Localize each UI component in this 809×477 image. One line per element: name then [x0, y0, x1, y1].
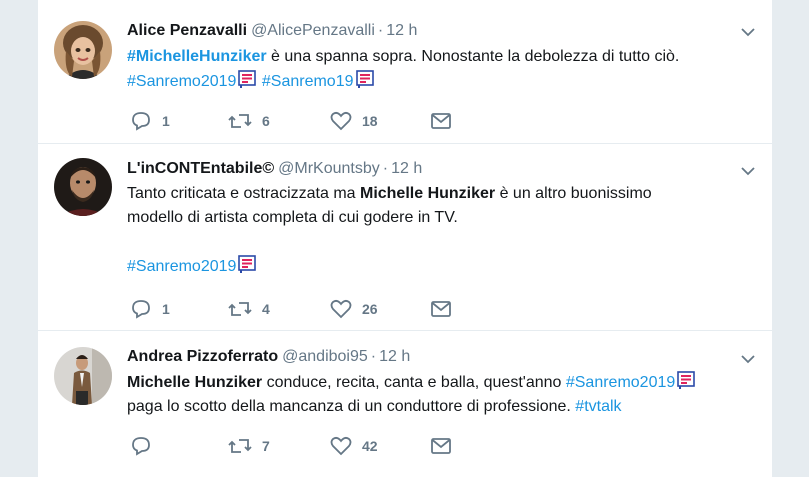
sanremo-emoji-icon [238, 255, 257, 273]
tweet-text: #MichelleHunziker è una spanna sopra. No… [127, 45, 747, 94]
heart-icon [330, 299, 352, 319]
retweet-icon [228, 302, 252, 316]
reply-icon [132, 437, 150, 456]
tweet[interactable]: L'inCONTEntabile© @MrKountsby · 12 h Tanto … [38, 144, 772, 331]
reply-button[interactable]: 1 [130, 298, 170, 320]
hashtag-link[interactable]: #Sanremo2019 [127, 73, 236, 90]
user-name[interactable]: Andrea Pizzoferrato [127, 348, 278, 365]
direct-message-button[interactable] [430, 435, 452, 457]
sanremo-emoji-icon [238, 70, 257, 88]
chevron-down-icon[interactable] [740, 163, 756, 179]
chevron-down-icon[interactable] [740, 24, 756, 40]
avatar[interactable] [54, 347, 112, 405]
user-name[interactable]: Alice Penzavalli [127, 22, 247, 39]
like-button[interactable]: 26 [330, 298, 378, 320]
sanremo-emoji-icon [355, 70, 374, 88]
reply-button[interactable]: 1 [130, 110, 170, 132]
tweet[interactable]: Alice Penzavalli @AlicePenzavalli · 12 h #M… [38, 0, 772, 144]
sanremo-emoji-icon [677, 371, 696, 389]
hashtag-link[interactable]: #Sanremo19 [262, 73, 354, 90]
user-handle[interactable]: @AlicePenzavalli [251, 22, 375, 39]
envelope-icon [431, 438, 451, 454]
avatar[interactable] [54, 158, 112, 216]
like-count: 18 [362, 113, 378, 129]
hashtag-link[interactable]: #Sanremo2019 [566, 374, 675, 391]
envelope-icon [431, 301, 451, 317]
timeline: Alice Penzavalli @AlicePenzavalli · 12 h #M… [38, 0, 772, 477]
reply-count: 1 [162, 301, 170, 317]
tweet-text-part: paga lo scotto della mancanza di un cond… [127, 398, 576, 415]
like-button[interactable]: 42 [330, 435, 378, 457]
reply-button[interactable] [130, 435, 162, 457]
heart-icon [330, 111, 352, 131]
mention-text: Michelle Hunziker [127, 374, 263, 391]
retweet-button[interactable]: 7 [228, 435, 270, 457]
retweet-icon [228, 114, 252, 128]
mention-text: Michelle Hunziker [359, 185, 496, 202]
separator: · [370, 348, 377, 365]
tweet-header: Alice Penzavalli @AlicePenzavalli · 12 h [127, 21, 417, 41]
direct-message-button[interactable] [430, 110, 452, 132]
reply-icon [132, 112, 150, 131]
like-button[interactable]: 18 [330, 110, 378, 132]
tweet-text-part: Tanto criticata e ostracizzata ma [127, 185, 360, 202]
avatar[interactable] [54, 21, 112, 79]
timestamp[interactable]: 12 h [379, 348, 410, 365]
user-handle[interactable]: @MrKountsby [278, 160, 380, 177]
envelope-icon [431, 113, 451, 129]
hashtag-link[interactable]: #tvtalk [575, 398, 621, 415]
chevron-down-icon[interactable] [740, 351, 756, 367]
timestamp[interactable]: 12 h [386, 22, 417, 39]
hashtag-link[interactable]: #MichelleHunziker [127, 48, 267, 65]
reply-count: 1 [162, 113, 170, 129]
tweet-text-part: è una spanna sopra. Nonostante la debole… [266, 48, 680, 65]
timestamp[interactable]: 12 h [391, 160, 422, 177]
retweet-count: 6 [262, 113, 270, 129]
retweet-button[interactable]: 6 [228, 110, 270, 132]
tweet[interactable]: Andrea Pizzoferrato @andiboi95 · 12 h Miche… [38, 331, 772, 477]
retweet-icon [228, 439, 252, 453]
user-handle[interactable]: @andiboi95 [282, 348, 368, 365]
tweet-text: Tanto criticata e ostracizzata ma Michel… [127, 182, 687, 279]
user-name[interactable]: L'inCONTEntabile© [127, 160, 274, 177]
tweet-text: Michelle Hunziker conduce, recita, canta… [127, 370, 747, 419]
retweet-count: 7 [262, 438, 270, 454]
retweet-button[interactable]: 4 [228, 298, 270, 320]
tweet-header: L'inCONTEntabile© @MrKountsby · 12 h [127, 159, 422, 179]
like-count: 26 [362, 301, 378, 317]
direct-message-button[interactable] [430, 298, 452, 320]
reply-icon [132, 300, 150, 319]
tweet-header: Andrea Pizzoferrato @andiboi95 · 12 h [127, 347, 410, 367]
separator: · [382, 160, 389, 177]
heart-icon [330, 436, 352, 456]
tweet-text-part: conduce, recita, canta e balla, quest'an… [262, 374, 566, 391]
separator: · [377, 22, 384, 39]
retweet-count: 4 [262, 301, 270, 317]
hashtag-link[interactable]: #Sanremo2019 [127, 258, 236, 275]
like-count: 42 [362, 438, 378, 454]
